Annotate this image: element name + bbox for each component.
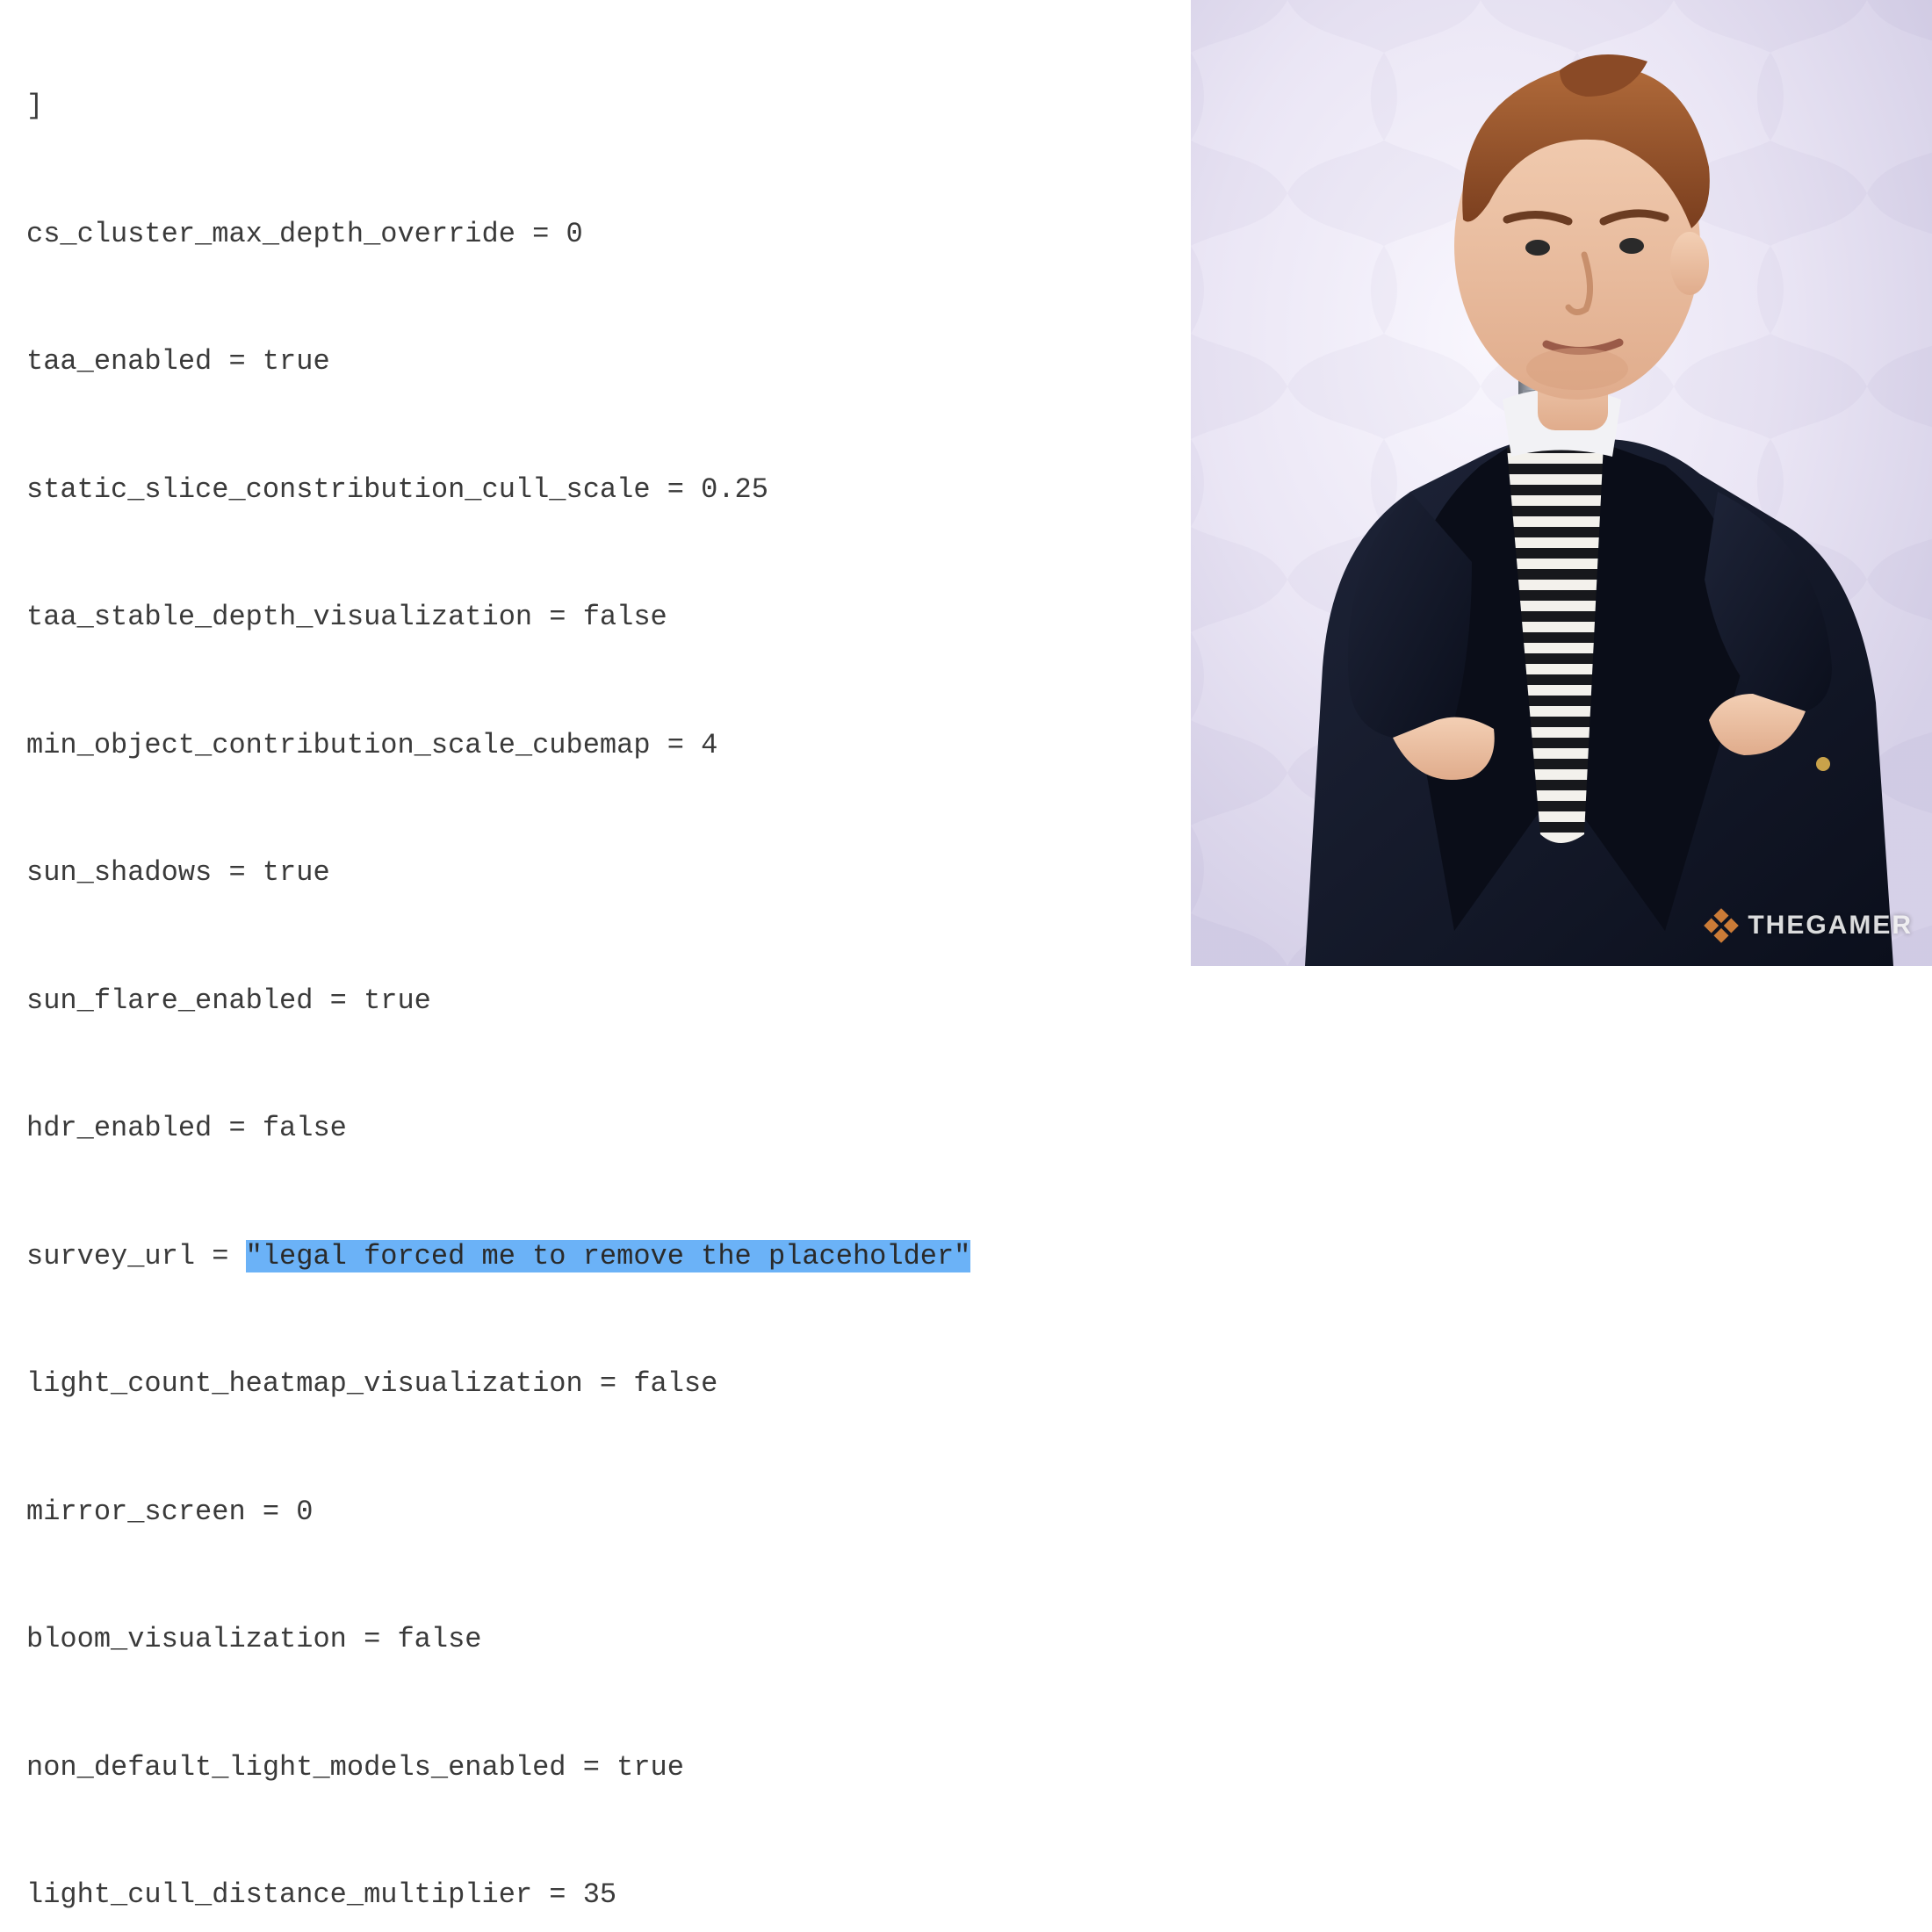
code-bracket: ] <box>26 85 1191 128</box>
config-line: sun_flare_enabled = true <box>26 980 1191 1023</box>
watermark: THEGAMER <box>1704 908 1913 943</box>
config-line: sun_shadows = true <box>26 852 1191 895</box>
watermark-logo-icon <box>1704 908 1739 943</box>
config-line: non_default_light_models_enabled = true <box>26 1747 1191 1790</box>
highlighted-text[interactable]: "legal forced me to remove the placehold… <box>246 1240 971 1272</box>
config-line: min_object_contribution_scale_cubemap = … <box>26 724 1191 768</box>
watermark-text: THEGAMER <box>1748 911 1913 941</box>
config-line: cs_cluster_max_depth_override = 0 <box>26 213 1191 256</box>
config-line: bloom_visualization = false <box>26 1618 1191 1662</box>
config-line: hdr_enabled = false <box>26 1107 1191 1150</box>
code-panel: ] cs_cluster_max_depth_override = 0 taa_… <box>0 0 1191 966</box>
config-code-block[interactable]: ] cs_cluster_max_depth_override = 0 taa_… <box>26 0 1191 1932</box>
photo-panel: THEGAMER <box>1191 0 1932 966</box>
config-line: static_slice_constribution_cull_scale = … <box>26 469 1191 512</box>
config-line: mirror_screen = 0 <box>26 1491 1191 1534</box>
config-line: taa_enabled = true <box>26 341 1191 384</box>
config-line: light_cull_distance_multiplier = 35 <box>26 1874 1191 1917</box>
config-line: light_count_heatmap_visualization = fals… <box>26 1363 1191 1406</box>
photo-illustration <box>1191 0 1932 966</box>
config-line: taa_stable_depth_visualization = false <box>26 596 1191 639</box>
config-line-highlighted: survey_url = "legal forced me to remove … <box>26 1236 1191 1279</box>
